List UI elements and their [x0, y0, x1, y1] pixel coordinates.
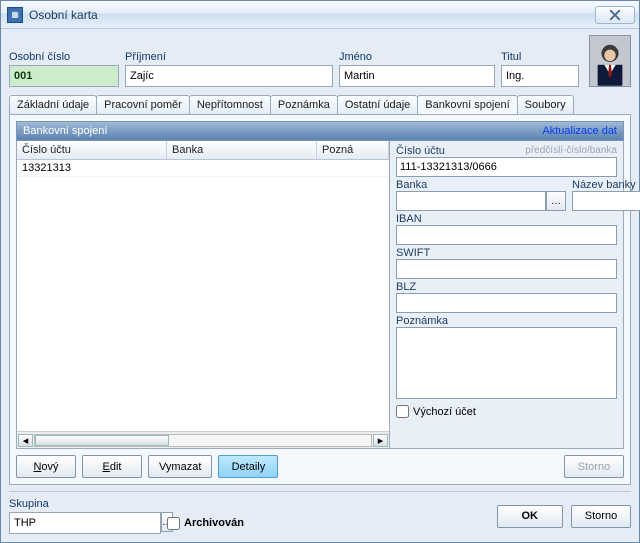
name-label: Jméno	[339, 51, 495, 63]
delete-button[interactable]: Vymazat	[148, 455, 212, 478]
group-field[interactable]	[9, 512, 161, 534]
table-row[interactable]: 13321313	[17, 160, 389, 177]
tabs: Základní údaje Pracovní poměr Nepřítomno…	[9, 95, 631, 114]
close-button[interactable]	[595, 6, 635, 24]
id-label: Osobní číslo	[9, 51, 119, 63]
default-account-checkbox[interactable]	[396, 405, 409, 418]
detail-iban-label: IBAN	[396, 213, 617, 225]
detail-pane: Číslo účtu předčíslí-číslo/banka Banka …	[390, 141, 624, 449]
tab-other[interactable]: Ostatní údaje	[337, 95, 418, 114]
detail-account-field[interactable]	[396, 157, 617, 177]
detail-blz-field[interactable]	[396, 293, 617, 313]
window-title: Osobní karta	[29, 8, 98, 22]
bank-lookup-button[interactable]: …	[546, 191, 566, 211]
default-account-label: Výchozí účet	[413, 406, 476, 418]
storno-button-inner[interactable]: Storno	[564, 455, 624, 478]
name-field[interactable]	[339, 65, 495, 87]
detail-bank-field[interactable]	[396, 191, 546, 211]
dialog-footer: Skupina … Archivován OK Storno	[9, 491, 631, 534]
titlebar: ▦ Osobní karta	[1, 1, 639, 29]
detail-account-label: Číslo účtu	[396, 145, 445, 157]
edit-button-rest: dit	[110, 461, 122, 473]
person-header: Osobní číslo Příjmení Jméno Titul	[9, 35, 631, 87]
tab-employment[interactable]: Pracovní poměr	[96, 95, 190, 114]
scroll-right-icon[interactable]: ▸	[373, 434, 388, 447]
detail-account-hint: předčíslí-číslo/banka	[525, 145, 617, 157]
app-icon: ▦	[7, 7, 23, 23]
archived-label: Archivován	[184, 517, 244, 529]
details-button[interactable]: Detaily	[218, 455, 278, 478]
detail-bank-label: Banka	[396, 179, 566, 191]
new-button[interactable]: Nový	[16, 455, 76, 478]
tab-absence[interactable]: Nepřítomnost	[189, 95, 271, 114]
surname-label: Příjmení	[125, 51, 333, 63]
scroll-thumb[interactable]	[35, 435, 169, 446]
col-note[interactable]: Pozná	[317, 141, 389, 159]
detail-note-field[interactable]	[396, 327, 617, 399]
group-label: Skupina	[9, 498, 159, 510]
horizontal-scrollbar[interactable]: ◂ ▸	[17, 431, 389, 448]
id-field[interactable]	[9, 65, 119, 87]
accounts-grid: Číslo účtu Banka Pozná 13321313 ◂	[16, 141, 390, 449]
tab-files[interactable]: Soubory	[517, 95, 574, 114]
detail-bankname-label: Název banky	[572, 179, 640, 191]
col-account[interactable]: Číslo účtu	[17, 141, 167, 159]
dialog-window: ▦ Osobní karta Osobní číslo Příjmení Jmé…	[0, 0, 640, 543]
tab-banking[interactable]: Bankovní spojení	[417, 95, 517, 114]
archived-checkbox[interactable]	[167, 517, 180, 530]
grid-body[interactable]: 13321313	[17, 160, 389, 431]
detail-swift-label: SWIFT	[396, 247, 617, 259]
close-icon	[609, 9, 621, 21]
avatar-icon	[590, 35, 630, 87]
detail-iban-field[interactable]	[396, 225, 617, 245]
panel-title: Bankovní spojení	[23, 125, 107, 137]
col-bank[interactable]: Banka	[167, 141, 317, 159]
new-button-rest: ový	[41, 461, 58, 473]
refresh-link[interactable]: Aktualizace dat	[542, 125, 617, 137]
tab-basic[interactable]: Základní údaje	[9, 95, 97, 114]
surname-field[interactable]	[125, 65, 333, 87]
cell-account: 13321313	[17, 161, 167, 175]
tab-note[interactable]: Poznámka	[270, 95, 338, 114]
edit-button-accel: E	[103, 461, 110, 473]
edit-button[interactable]: Edit	[82, 455, 142, 478]
panel-header: Bankovní spojení Aktualizace dat	[16, 121, 624, 141]
cell-note	[317, 167, 389, 169]
storno-button[interactable]: Storno	[571, 505, 631, 528]
detail-blz-label: BLZ	[396, 281, 617, 293]
tab-panel-banking: Bankovní spojení Aktualizace dat Číslo ú…	[9, 114, 631, 485]
title-field[interactable]	[501, 65, 579, 87]
detail-swift-field[interactable]	[396, 259, 617, 279]
cell-bank	[167, 167, 317, 169]
scroll-left-icon[interactable]: ◂	[18, 434, 33, 447]
ok-button[interactable]: OK	[497, 505, 564, 528]
detail-note-label: Poznámka	[396, 315, 617, 327]
detail-bankname-field[interactable]	[572, 191, 640, 211]
person-photo	[589, 35, 631, 87]
title-label: Titul	[501, 51, 579, 63]
